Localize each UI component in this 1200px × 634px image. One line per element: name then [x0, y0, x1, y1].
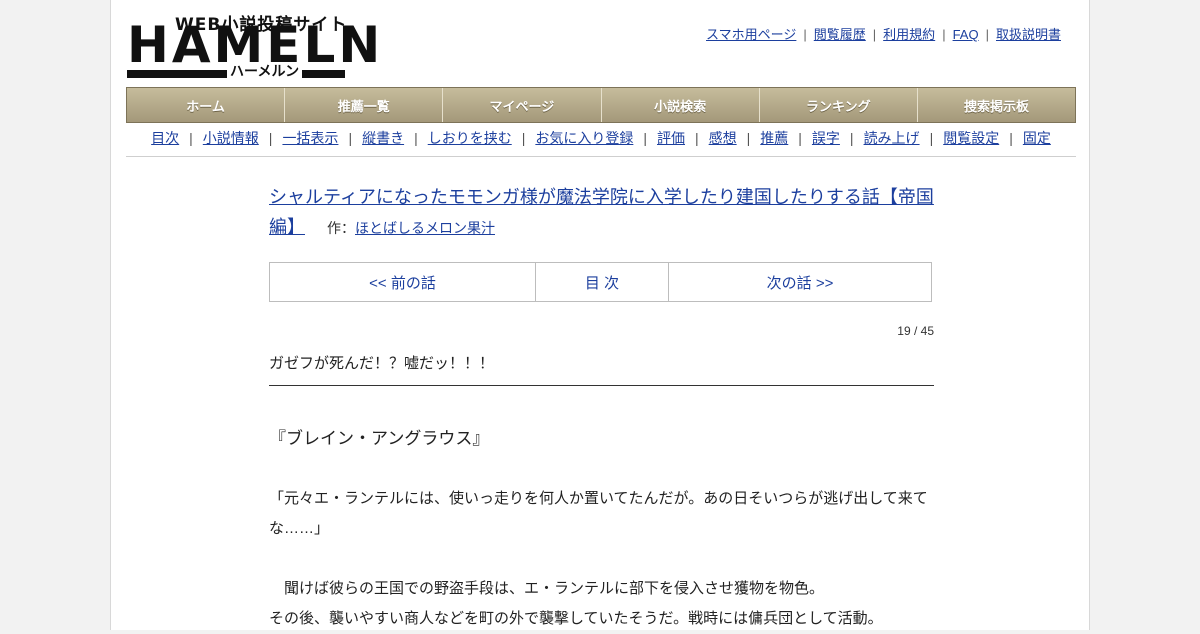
- subnav-vertical[interactable]: 縦書き: [362, 130, 404, 146]
- body-line: 「元々エ・ランテルには、使いっ走りを何人か置いてたんだが。あの日そいつらが逃げ出…: [269, 490, 928, 537]
- link-terms[interactable]: 利用規約: [883, 27, 935, 42]
- nav-ranking[interactable]: ランキング: [759, 88, 918, 122]
- prev-episode-link[interactable]: << 前の話: [270, 263, 536, 301]
- toc-link[interactable]: 目 次: [536, 263, 669, 301]
- subnav-all[interactable]: 一括表示: [282, 130, 338, 146]
- link-smartphone[interactable]: スマホ用ページ: [706, 27, 796, 42]
- nav-search[interactable]: 小説検索: [601, 88, 760, 122]
- episode-counter: 19 / 45: [897, 324, 934, 338]
- author-prefix: 作：: [327, 220, 355, 236]
- subnav-rate[interactable]: 評価: [657, 130, 685, 146]
- episode-title: ガゼフが死んだ！？嘘だッ！！！: [269, 355, 495, 372]
- nav-home[interactable]: ホーム: [127, 88, 286, 122]
- nav-mypage[interactable]: マイページ: [443, 88, 602, 122]
- nav-recommend[interactable]: 推薦一覧: [285, 88, 444, 122]
- subnav-typo[interactable]: 誤字: [812, 130, 840, 146]
- subnav-recommend[interactable]: 推薦: [760, 130, 788, 146]
- divider: [126, 156, 1076, 157]
- logo-wordmark: HAMELN: [127, 16, 384, 74]
- sub-nav: 目次 | 小説情報 | 一括表示 | 縦書き | しおりを挟む | お気に入り登録 | 評価 | 感想 | 推薦…: [151, 130, 1051, 146]
- hameln-logo[interactable]: WEB小説投稿サイト HAMELN ハーメルン: [127, 10, 380, 80]
- subnav-read-aloud[interactable]: 読み上げ: [864, 130, 920, 146]
- nav-board[interactable]: 捜索掲示板: [917, 88, 1076, 122]
- author-line: 作：ほとばしるメロン果汁: [327, 220, 495, 236]
- subnav-settings[interactable]: 閲覧設定: [943, 130, 999, 146]
- logo-kana: ハーメルン: [227, 64, 303, 80]
- story-header: シャルティアになったモモンガ様が魔法学院に入学したり建国したりする話【帝国編】作…: [269, 182, 934, 243]
- author-link[interactable]: ほとばしるメロン果汁: [355, 220, 495, 236]
- link-history[interactable]: 閲覧履歴: [814, 27, 866, 42]
- body-line: 『ブレイン・アングラウス』: [269, 429, 490, 448]
- subnav-pin[interactable]: 固定: [1023, 130, 1051, 146]
- link-manual[interactable]: 取扱説明書: [996, 27, 1061, 42]
- subnav-info[interactable]: 小説情報: [203, 130, 259, 146]
- episode-body: 『ブレイン・アングラウス』 「元々エ・ランテルには、使いっ走りを何人か置いてたん…: [269, 424, 934, 634]
- subnav-favorite[interactable]: お気に入り登録: [535, 130, 633, 146]
- main-nav: ホーム 推薦一覧 マイページ 小説検索 ランキング 捜索掲示板: [126, 87, 1076, 123]
- title-divider: [269, 385, 934, 386]
- body-line: 聞けば彼らの王国での野盗手段は、エ・ランテルに部下を侵入させ獲物を物色。: [269, 580, 825, 597]
- subnav-bookmark[interactable]: しおりを挟む: [428, 130, 512, 146]
- link-faq[interactable]: FAQ: [953, 27, 979, 42]
- subnav-review[interactable]: 感想: [709, 130, 737, 146]
- subnav-toc[interactable]: 目次: [151, 130, 179, 146]
- page-container: WEB小説投稿サイト HAMELN ハーメルン スマホ用ページ | 閲覧履歴 | 利用規…: [110, 0, 1090, 630]
- top-links: スマホ用ページ | 閲覧履歴 | 利用規約 | FAQ | 取扱説明書: [706, 27, 1061, 42]
- next-episode-link[interactable]: 次の話 >>: [669, 263, 931, 301]
- episode-pager: << 前の話 目 次 次の話 >>: [269, 262, 932, 302]
